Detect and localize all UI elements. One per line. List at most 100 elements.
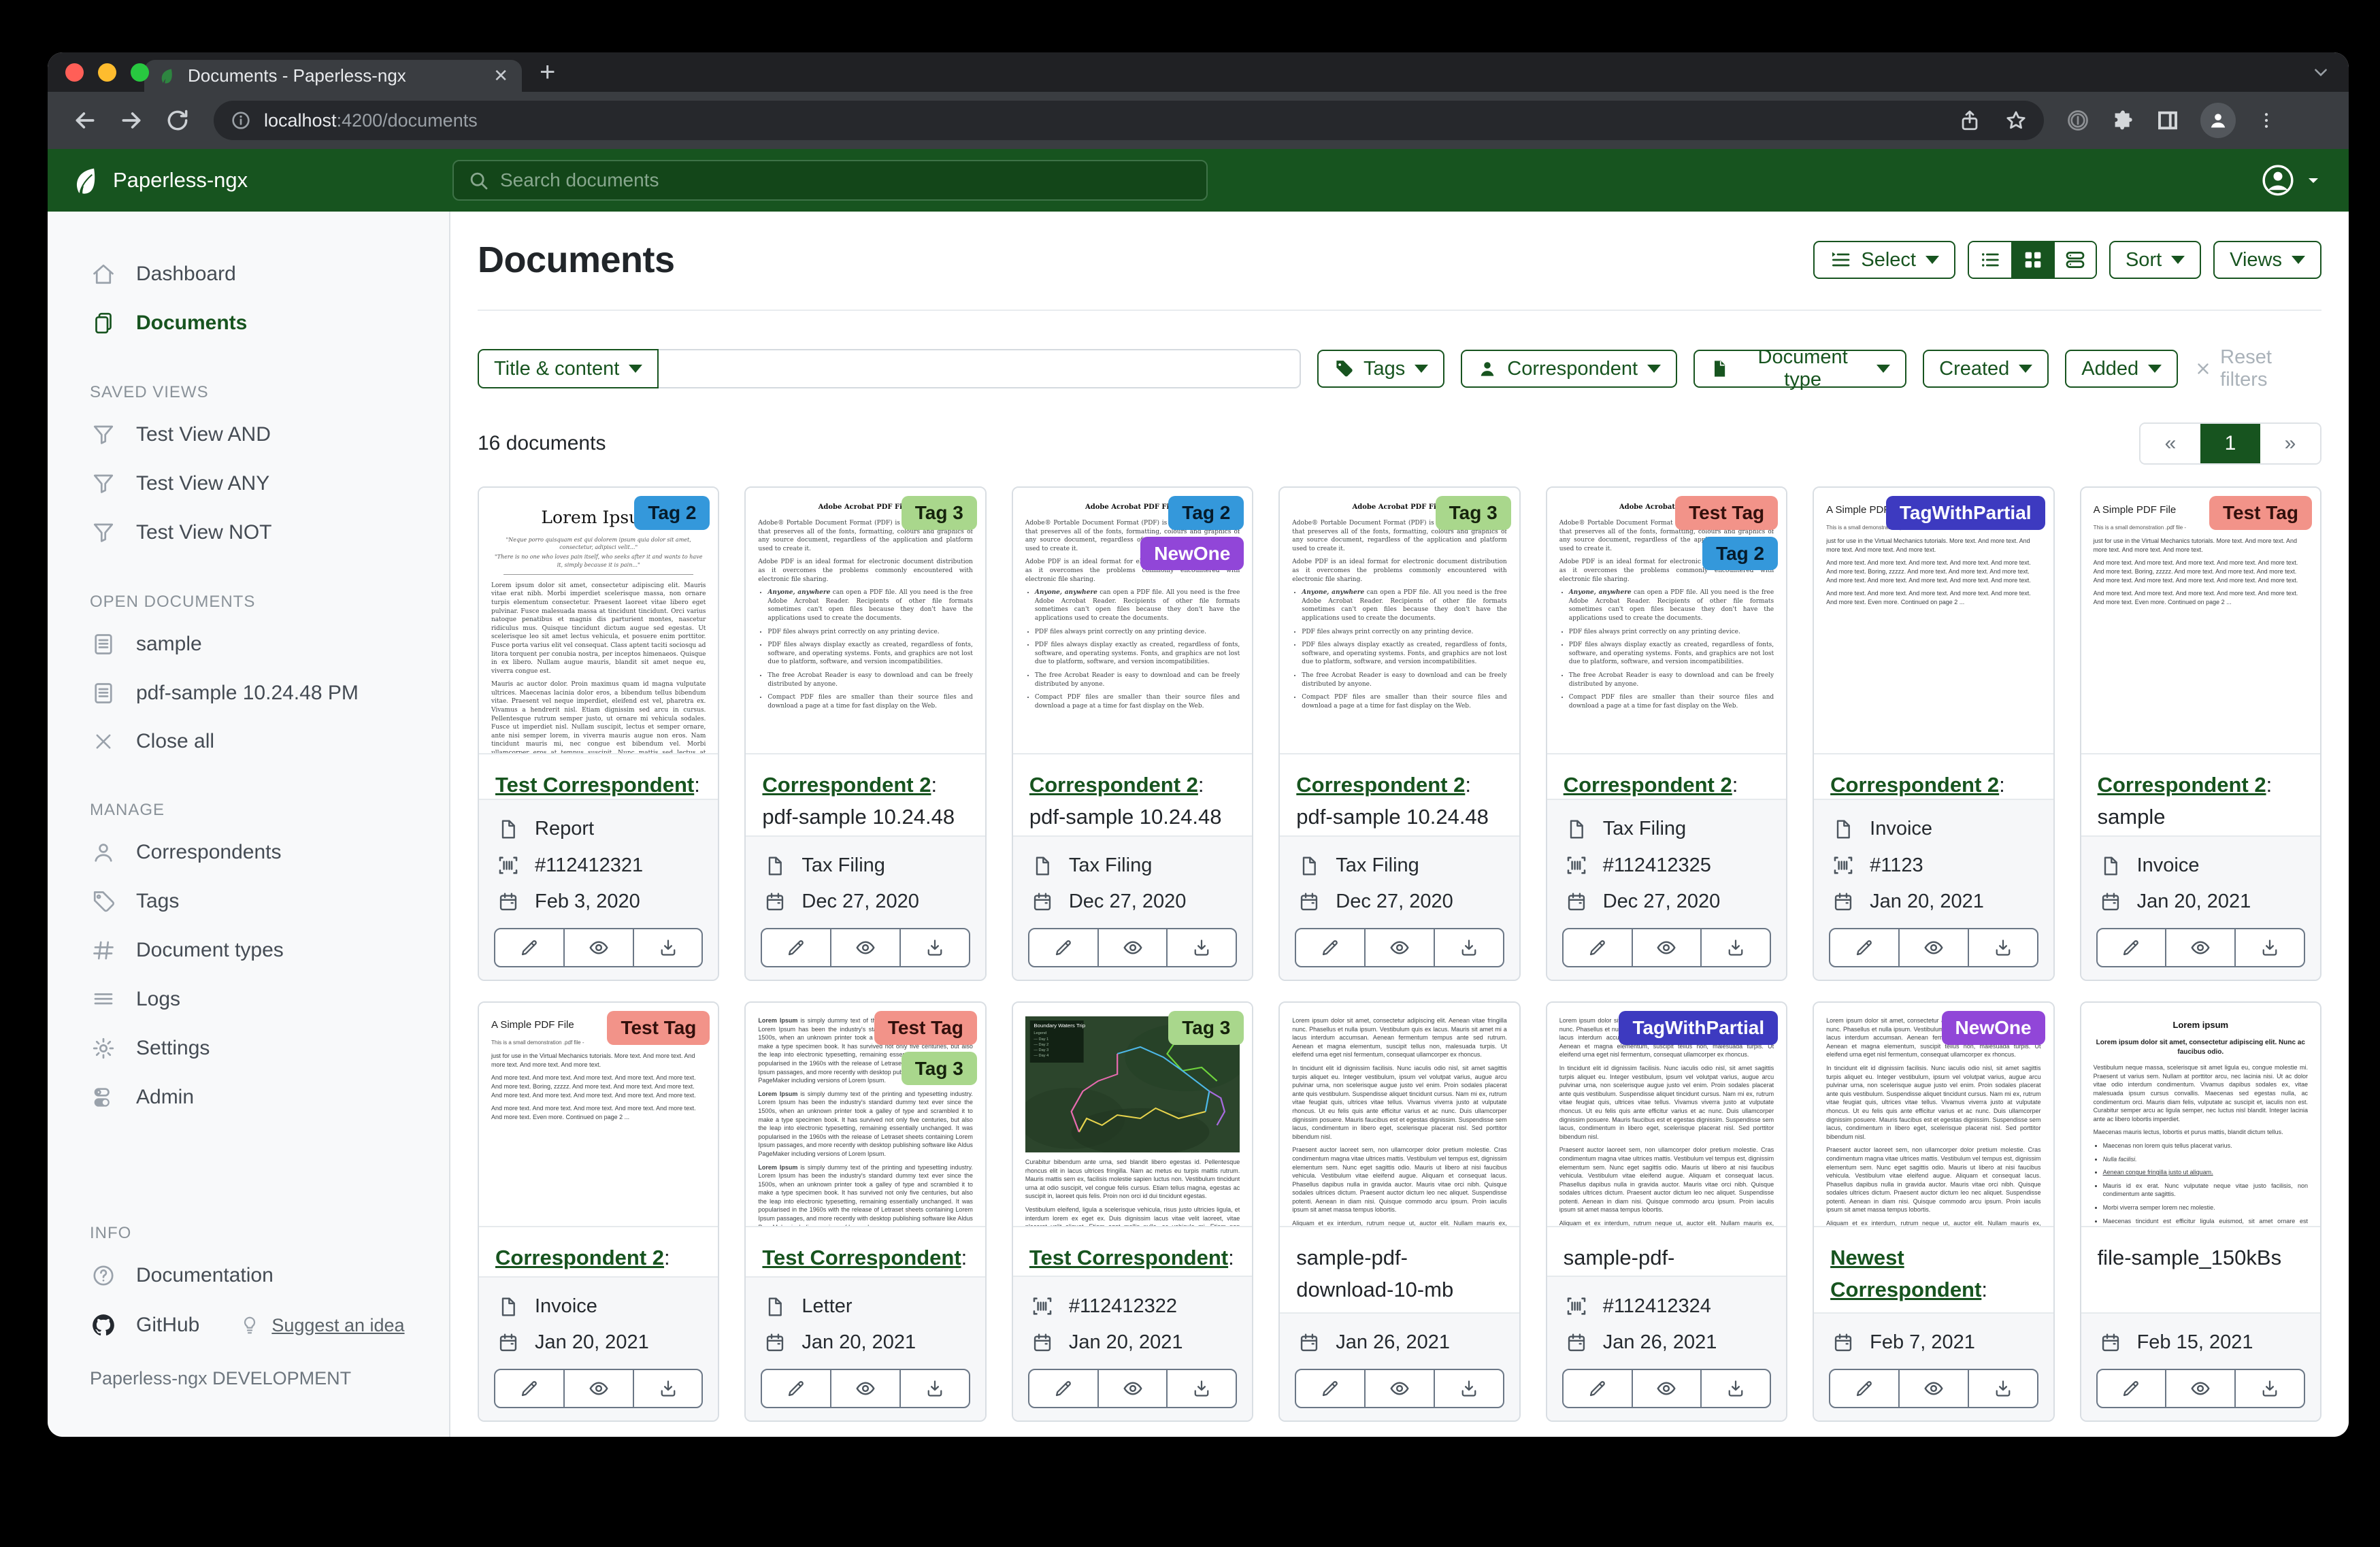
view-button[interactable] — [1097, 929, 1167, 966]
tag-badge-tag-3[interactable]: Tag 3 — [1168, 1011, 1244, 1045]
document-preview[interactable]: Adobe Acrobat PDF FilesAdobe® Portable D… — [1547, 488, 1786, 754]
view-button[interactable] — [2165, 1370, 2234, 1407]
document-title[interactable]: Correspondent 2: asample — [479, 1227, 718, 1276]
document-type-filter-button[interactable]: Document type — [1693, 350, 1906, 388]
select-button[interactable]: Select — [1813, 241, 1955, 279]
download-button[interactable] — [2234, 929, 2304, 966]
document-preview[interactable]: A Simple PDF FileThis is a small demonst… — [479, 1003, 718, 1227]
download-button[interactable] — [1434, 929, 1503, 966]
tag-badge-newone[interactable]: NewOne — [1942, 1011, 2045, 1045]
back-icon[interactable] — [65, 107, 105, 134]
edit-button[interactable] — [1830, 929, 1898, 966]
document-card[interactable]: Boundary Waters Trip Legend — Day 1 — Da… — [1012, 1001, 1253, 1422]
tag-badge-test-tag[interactable]: Test Tag — [2209, 496, 2312, 530]
document-card[interactable]: Lorem ipsum dolor sit amet, consectetur … — [1813, 1001, 2054, 1422]
tag-badge-test-tag[interactable]: Test Tag — [874, 1011, 977, 1045]
edit-button[interactable] — [495, 929, 563, 966]
sidebar-item-sample[interactable]: sample — [48, 620, 449, 669]
close-window-button[interactable] — [65, 63, 84, 82]
pagination-prev-button[interactable]: « — [2141, 424, 2200, 463]
download-button[interactable] — [633, 929, 702, 966]
download-button[interactable] — [1700, 1370, 1770, 1407]
edit-button[interactable] — [1029, 1370, 1097, 1407]
sidebar-item-correspondents[interactable]: Correspondents — [48, 828, 449, 877]
edit-button[interactable] — [1564, 1370, 1632, 1407]
sidebar-item-settings[interactable]: Settings — [48, 1024, 449, 1073]
document-card[interactable]: Lorem ipsum dolor sit amet, consectetur … — [1278, 1001, 1520, 1422]
view-button[interactable] — [1898, 929, 1968, 966]
edit-button[interactable] — [762, 929, 830, 966]
tags-filter-button[interactable]: Tags — [1317, 350, 1444, 388]
created-filter-button[interactable]: Created — [1923, 350, 2049, 388]
password-manager-icon[interactable] — [2066, 108, 2090, 133]
document-preview[interactable]: Lorem Ipsum"Neque porro quisquam est qui… — [479, 488, 718, 754]
edit-button[interactable] — [762, 1370, 830, 1407]
edit-button[interactable] — [1564, 929, 1632, 966]
correspondent-link[interactable]: Test Correspondent — [495, 773, 694, 797]
sidebar-item-documentation[interactable]: Documentation — [48, 1251, 449, 1300]
view-button[interactable] — [830, 929, 899, 966]
tag-badge-test-tag[interactable]: Test Tag — [607, 1011, 710, 1045]
document-title[interactable]: Correspondent 2: pdf-sample 10.24.48 PM — [746, 754, 985, 835]
edit-button[interactable] — [2098, 929, 2166, 966]
bookmark-star-icon[interactable] — [2004, 109, 2028, 132]
view-button[interactable] — [1097, 1370, 1167, 1407]
edit-button[interactable] — [1296, 1370, 1364, 1407]
document-card[interactable]: Adobe Acrobat PDF FilesAdobe® Portable D… — [744, 486, 986, 981]
document-preview[interactable]: Adobe Acrobat PDF FilesAdobe® Portable D… — [1280, 488, 1519, 754]
sidebar-item-tags[interactable]: Tags — [48, 877, 449, 926]
document-card[interactable]: Lorem ipsum dolor sit amet, consectetur … — [1546, 1001, 1787, 1422]
sidebar-link-suggest-an-idea[interactable]: Suggest an idea — [236, 1315, 404, 1336]
pagination-next-button[interactable]: » — [2260, 424, 2320, 463]
document-title[interactable]: Test Correspondent: sample-pdf-file — [746, 1227, 985, 1276]
list-view-button[interactable] — [1969, 242, 2011, 278]
site-info-icon[interactable] — [230, 110, 252, 131]
title-content-dropdown[interactable]: Title & content — [478, 349, 659, 388]
download-button[interactable] — [899, 1370, 969, 1407]
correspondent-link[interactable]: Test Correspondent — [762, 1246, 961, 1269]
edit-button[interactable] — [1029, 929, 1097, 966]
correspondent-link[interactable]: Correspondent 2 — [1564, 773, 1732, 797]
view-button[interactable] — [1364, 929, 1434, 966]
share-icon[interactable] — [1958, 109, 1981, 132]
document-card[interactable]: Lorem Ipsum"Neque porro quisquam est qui… — [478, 486, 719, 981]
view-button[interactable] — [563, 929, 633, 966]
document-card[interactable]: A Simple PDF FileThis is a small demonst… — [478, 1001, 719, 1422]
close-tab-icon[interactable]: ✕ — [493, 65, 508, 86]
document-preview[interactable]: Lorem ipsum dolor sit amet, consectetur … — [1547, 1003, 1786, 1227]
browser-tab[interactable]: Documents - Paperless-ngx ✕ — [144, 60, 522, 92]
tag-badge-tagwithpartial[interactable]: TagWithPartial — [1619, 1011, 1778, 1045]
pagination-page-1-button[interactable]: 1 — [2200, 424, 2260, 463]
sidebar-item-test-view-and[interactable]: Test View AND — [48, 410, 449, 459]
document-card[interactable]: Adobe Acrobat PDF FilesAdobe® Portable D… — [1278, 486, 1520, 981]
added-filter-button[interactable]: Added — [2065, 350, 2178, 388]
minimize-window-button[interactable] — [98, 63, 116, 82]
view-button[interactable] — [1898, 1370, 1968, 1407]
tag-badge-tag-2[interactable]: Tag 2 — [634, 496, 710, 530]
correspondent-link[interactable]: Test Correspondent — [1029, 1246, 1228, 1269]
download-button[interactable] — [1166, 1370, 1236, 1407]
document-title[interactable]: sample-pdf-download-10-mb copy_red — [1280, 1227, 1519, 1312]
sidebar-item-test-view-any[interactable]: Test View ANY — [48, 459, 449, 508]
document-preview[interactable]: Boundary Waters Trip Legend — Day 1 — Da… — [1013, 1003, 1252, 1227]
correspondent-link[interactable]: Correspondent 2 — [495, 1246, 664, 1269]
download-button[interactable] — [1700, 929, 1770, 966]
view-button[interactable] — [1632, 929, 1701, 966]
correspondent-filter-button[interactable]: Correspondent — [1461, 350, 1677, 388]
correspondent-link[interactable]: Correspondent 2 — [1296, 773, 1465, 797]
sort-button[interactable]: Sort — [2109, 241, 2201, 279]
maximize-window-button[interactable] — [131, 63, 149, 82]
document-title[interactable]: Correspondent 2: pdf-sample 10.24.48 PM — [1280, 754, 1519, 835]
view-button[interactable] — [1364, 1370, 1434, 1407]
view-button[interactable] — [1632, 1370, 1701, 1407]
view-button[interactable] — [830, 1370, 899, 1407]
sidebar-item-admin[interactable]: Admin — [48, 1073, 449, 1122]
edit-button[interactable] — [1296, 929, 1364, 966]
app-brand[interactable]: Paperless-ngx — [72, 165, 248, 195]
reset-filters-button[interactable]: Reset filters — [2194, 346, 2321, 391]
sidebar-item-test-view-not[interactable]: Test View NOT — [48, 508, 449, 557]
document-card[interactable]: Lorem Ipsum is simply dummy text of the … — [744, 1001, 986, 1422]
tab-search-chevron-icon[interactable] — [2312, 63, 2330, 81]
browser-profile-avatar[interactable] — [2200, 103, 2236, 138]
tag-badge-tag-3[interactable]: Tag 3 — [902, 496, 977, 530]
